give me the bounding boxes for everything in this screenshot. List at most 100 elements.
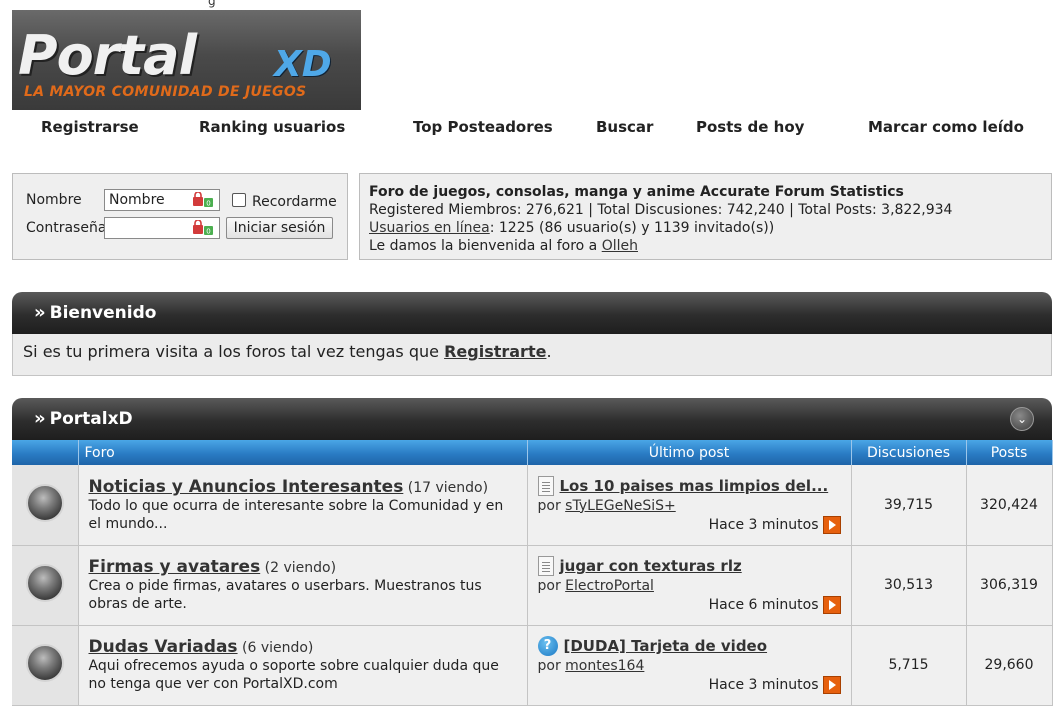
username-input[interactable]: Nombre 0 bbox=[104, 189, 220, 211]
collapse-icon[interactable]: ⌄ bbox=[1010, 407, 1034, 431]
forum-row: Noticias y Anuncios Interesantes (17 vie… bbox=[12, 465, 1053, 546]
password-manager-icon[interactable]: 0 bbox=[191, 220, 215, 236]
forum-status-icon bbox=[25, 644, 64, 682]
forum-threads-count: 5,715 bbox=[851, 625, 967, 706]
online-users-link[interactable]: Usuarios en línea bbox=[369, 220, 490, 236]
forum-description: Aqui ofrecemos ayuda o soporte sobre cua… bbox=[88, 658, 499, 692]
username-label: Nombre bbox=[26, 192, 82, 208]
column-header-posts[interactable]: Posts bbox=[966, 440, 1053, 465]
newest-member-link[interactable]: Olleh bbox=[602, 238, 638, 254]
login-form: Nombre Nombre 0 Recordarme Contraseña 0 … bbox=[12, 173, 348, 260]
forum-row: Dudas Variadas (6 viendo) Aqui ofrecemos… bbox=[12, 625, 1053, 706]
nav-ranking-usuarios[interactable]: Ranking usuarios bbox=[199, 118, 345, 136]
go-to-last-post-icon[interactable] bbox=[822, 596, 841, 614]
stats-welcome: Le damos la bienvenida al foro a Olleh bbox=[369, 237, 1042, 255]
forum-viewing-count: (17 viendo) bbox=[407, 479, 489, 496]
document-icon bbox=[537, 475, 554, 496]
forum-info-cell: Firmas y avatares (2 viendo) Crea o pide… bbox=[78, 545, 528, 626]
column-header-last-post[interactable]: Último post bbox=[527, 440, 852, 465]
document-icon bbox=[537, 556, 554, 576]
last-post-time: Hace 3 minutos bbox=[708, 677, 819, 693]
login-button[interactable]: Iniciar sesión bbox=[226, 217, 333, 239]
forum-status-cell bbox=[12, 545, 79, 626]
question-icon: ? bbox=[537, 636, 558, 656]
last-post-cell: Los 10 paises mas limpios del... por sTy… bbox=[527, 465, 852, 546]
forum-posts-count: 320,424 bbox=[966, 465, 1053, 546]
forum-table: Foro Último post Discusiones Posts Notic… bbox=[12, 440, 1053, 706]
forum-title-link[interactable]: Firmas y avatares bbox=[89, 557, 261, 577]
clipped-top-text: g bbox=[208, 0, 216, 8]
nav-posts-de-hoy[interactable]: Posts de hoy bbox=[696, 118, 804, 136]
forum-description: Todo lo que ocurra de interesante sobre … bbox=[88, 497, 504, 532]
column-header-status bbox=[12, 440, 79, 465]
forum-viewing-count: (2 viendo) bbox=[264, 560, 337, 576]
forum-title-link[interactable]: Dudas Variadas bbox=[89, 637, 238, 657]
welcome-text: Si es tu primera visita a los foros tal … bbox=[23, 342, 445, 361]
forum-threads-count: 30,513 bbox=[851, 545, 967, 626]
nav-registrarse[interactable]: Registrarse bbox=[41, 118, 139, 136]
forum-status-cell bbox=[12, 625, 79, 706]
column-header-forum[interactable]: Foro bbox=[78, 440, 528, 465]
welcome-text-suffix: . bbox=[546, 342, 552, 361]
forum-threads-count: 39,715 bbox=[851, 465, 967, 546]
last-post-time: Hace 6 minutos bbox=[708, 597, 819, 613]
forum-viewing-count: (6 viendo) bbox=[242, 640, 314, 656]
logo-xd: XD bbox=[274, 44, 332, 85]
nav-marcar-como-leido[interactable]: Marcar como leído bbox=[868, 118, 1024, 136]
forum-status-icon bbox=[25, 483, 64, 522]
nav-top-posteadores[interactable]: Top Posteadores bbox=[413, 118, 553, 136]
portalxd-logo[interactable]: Portal XD LA MAYOR COMUNIDAD DE JUEGOS bbox=[12, 10, 361, 110]
last-post-title-link[interactable]: jugar con texturas rlz bbox=[560, 557, 742, 575]
svg-text:0: 0 bbox=[206, 228, 210, 236]
logo-tagline: LA MAYOR COMUNIDAD DE JUEGOS bbox=[24, 84, 307, 100]
last-post-by-prefix: por bbox=[537, 658, 566, 674]
last-post-by-prefix: por bbox=[537, 497, 566, 514]
forum-info-cell: Dudas Variadas (6 viendo) Aqui ofrecemos… bbox=[78, 625, 528, 706]
stats-title: Foro de juegos, consolas, manga y anime … bbox=[369, 184, 904, 200]
double-chevron-icon: » bbox=[34, 408, 46, 429]
forum-section-title[interactable]: PortalxD bbox=[50, 409, 133, 429]
last-post-cell: ? [DUDA] Tarjeta de video por montes164 H… bbox=[527, 625, 852, 706]
go-to-last-post-icon[interactable] bbox=[822, 676, 841, 694]
stats-totals: Registered Miembros: 276,621 | Total Dis… bbox=[369, 202, 953, 218]
forum-posts-count: 29,660 bbox=[966, 625, 1053, 706]
logo-wordmark: Portal bbox=[18, 24, 197, 87]
last-post-title-link[interactable]: Los 10 paises mas limpios del... bbox=[560, 477, 829, 495]
remember-checkbox[interactable] bbox=[232, 193, 246, 207]
forum-table-header: Foro Último post Discusiones Posts bbox=[12, 440, 1053, 465]
forum-row: Firmas y avatares (2 viendo) Crea o pide… bbox=[12, 545, 1053, 626]
forum-title-link[interactable]: Noticias y Anuncios Interesantes bbox=[89, 477, 404, 497]
last-post-time: Hace 3 minutos bbox=[708, 516, 819, 533]
password-manager-icon[interactable]: 0 bbox=[191, 192, 215, 208]
go-to-last-post-icon[interactable] bbox=[822, 515, 841, 534]
column-header-threads[interactable]: Discusiones bbox=[851, 440, 967, 465]
stats-online: Usuarios en línea: 1225 (86 usuario(s) y… bbox=[369, 219, 1042, 237]
forum-status-icon bbox=[25, 564, 64, 602]
forum-stats: Foro de juegos, consolas, manga y anime … bbox=[359, 173, 1052, 260]
top-nav: Registrarse Ranking usuarios Top Postead… bbox=[0, 118, 1064, 138]
forum-posts-count: 306,319 bbox=[966, 545, 1053, 626]
last-post-author-link[interactable]: sTyLEGeNeSiS+ bbox=[565, 498, 676, 514]
username-value: Nombre bbox=[109, 192, 165, 208]
remember-label[interactable]: Recordarme bbox=[252, 194, 337, 210]
last-post-by-prefix: por bbox=[537, 578, 566, 594]
forum-status-cell bbox=[12, 465, 79, 546]
welcome-section-header: » Bienvenido bbox=[12, 292, 1052, 334]
welcome-prefix: Le damos la bienvenida al foro a bbox=[369, 238, 602, 254]
double-chevron-icon: » bbox=[34, 302, 46, 323]
password-input[interactable]: 0 bbox=[104, 217, 220, 239]
last-post-title-link[interactable]: [DUDA] Tarjeta de video bbox=[564, 637, 768, 655]
forum-info-cell: Noticias y Anuncios Interesantes (17 vie… bbox=[78, 465, 528, 546]
register-link[interactable]: Registrarte bbox=[444, 342, 546, 361]
svg-text:0: 0 bbox=[206, 200, 210, 208]
forum-description: Crea o pide firmas, avatares o userbars.… bbox=[88, 578, 482, 612]
forum-section-header: » PortalxD ⌄ bbox=[12, 398, 1052, 440]
last-post-author-link[interactable]: ElectroPortal bbox=[565, 578, 654, 594]
nav-buscar[interactable]: Buscar bbox=[596, 118, 653, 136]
last-post-author-link[interactable]: montes164 bbox=[565, 658, 644, 674]
welcome-section-body: Si es tu primera visita a los foros tal … bbox=[12, 334, 1052, 376]
last-post-cell: jugar con texturas rlz por ElectroPortal… bbox=[527, 545, 852, 626]
online-users-count: : 1225 (86 usuario(s) y 1139 invitado(s)… bbox=[489, 220, 775, 236]
welcome-section-title: Bienvenido bbox=[49, 303, 157, 323]
password-label: Contraseña bbox=[26, 220, 107, 236]
